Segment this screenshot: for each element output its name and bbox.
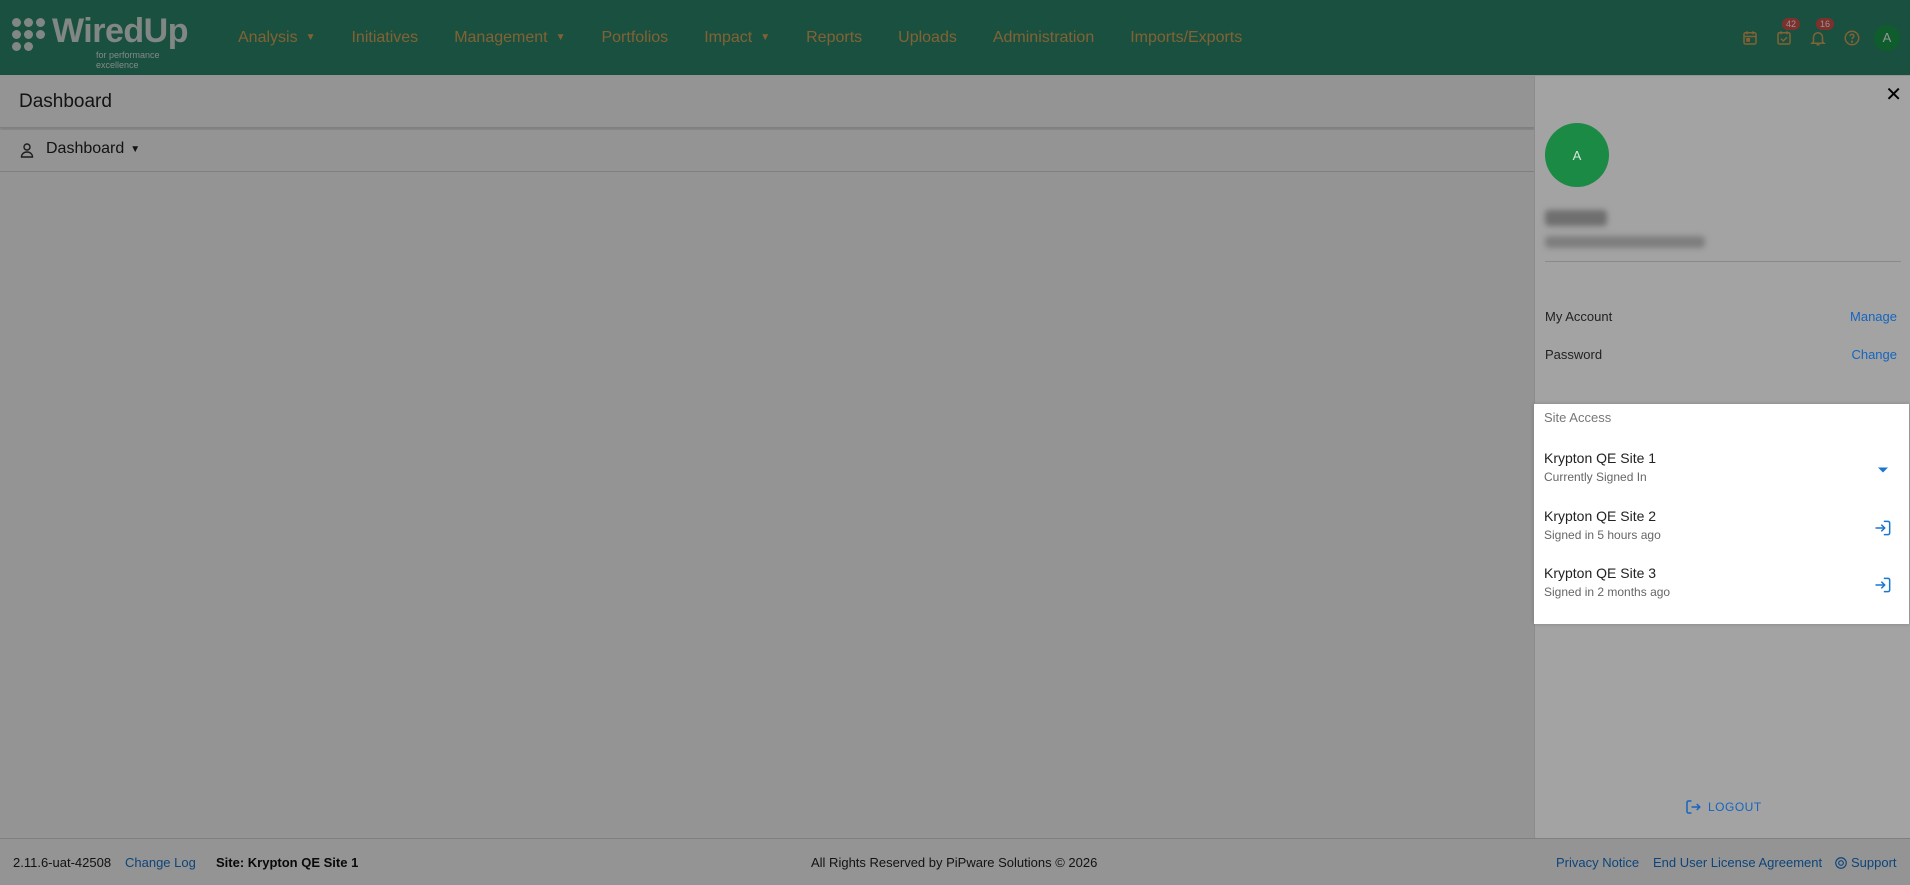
site-access-card: Site Access Krypton QE Site 1 Currently … bbox=[1534, 404, 1909, 624]
logout-icon bbox=[1686, 800, 1701, 814]
site-item[interactable]: Krypton QE Site 3 Signed in 2 months ago bbox=[1544, 565, 1899, 611]
password-label: Password bbox=[1545, 347, 1603, 362]
site-name: Krypton QE Site 3 bbox=[1544, 565, 1657, 581]
logout-button[interactable]: LOGOUT bbox=[1684, 798, 1762, 816]
site-status: Currently Signed In bbox=[1544, 470, 1647, 484]
site-item[interactable]: Krypton QE Site 2 Signed in 5 hours ago bbox=[1544, 508, 1899, 554]
user-avatar: A bbox=[1545, 123, 1609, 187]
sign-in-icon[interactable] bbox=[1873, 518, 1895, 540]
site-name: Krypton QE Site 1 bbox=[1544, 450, 1657, 466]
change-password-link[interactable]: Change bbox=[1851, 347, 1897, 362]
my-account-label: My Account bbox=[1545, 309, 1613, 324]
divider bbox=[1545, 261, 1901, 262]
site-name: Krypton QE Site 2 bbox=[1544, 508, 1657, 524]
manage-account-link[interactable]: Manage bbox=[1850, 309, 1897, 324]
caret-down-icon[interactable] bbox=[1873, 460, 1895, 482]
my-account-row: My Account Manage bbox=[1545, 309, 1897, 324]
redacted-user-name bbox=[1545, 210, 1607, 226]
sign-in-icon[interactable] bbox=[1873, 575, 1895, 597]
site-status: Signed in 5 hours ago bbox=[1544, 528, 1661, 542]
site-access-heading: Site Access bbox=[1544, 410, 1612, 425]
close-icon[interactable]: ✕ bbox=[1885, 82, 1902, 107]
password-row: Password Change bbox=[1545, 347, 1897, 362]
site-status: Signed in 2 months ago bbox=[1544, 585, 1671, 599]
site-item[interactable]: Krypton QE Site 1 Currently Signed In bbox=[1544, 450, 1899, 496]
redacted-user-email bbox=[1545, 236, 1705, 248]
